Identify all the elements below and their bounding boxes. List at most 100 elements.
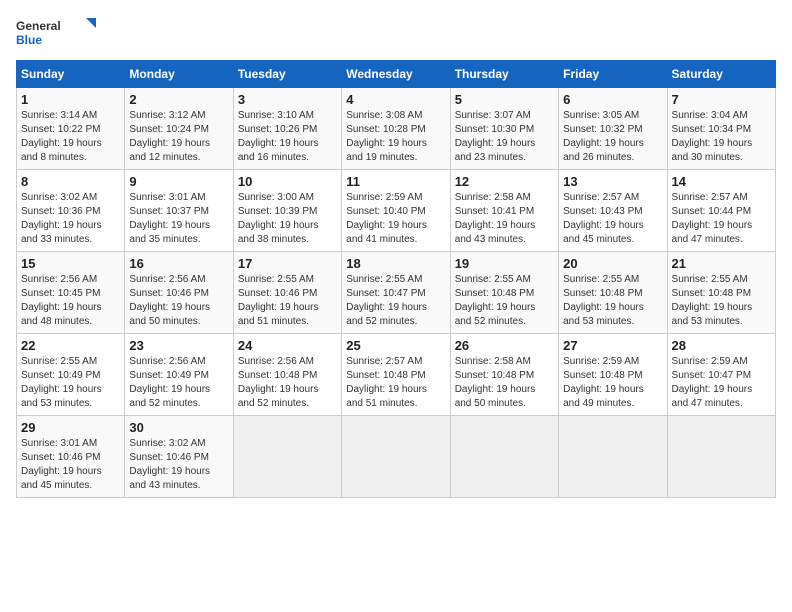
day-info: Sunrise: 2:57 AMSunset: 10:48 PMDaylight… [346, 355, 445, 411]
day-info: Sunrise: 3:08 AMSunset: 10:28 PMDaylight… [346, 109, 445, 165]
day-info: Sunrise: 2:58 AMSunset: 10:48 PMDaylight… [455, 355, 554, 411]
day-info: Sunrise: 2:57 AMSunset: 10:43 PMDaylight… [563, 191, 662, 247]
calendar-day-cell: 12 Sunrise: 2:58 AMSunset: 10:41 PMDaylig… [450, 170, 558, 252]
day-info: Sunrise: 2:56 AMSunset: 10:45 PMDaylight… [21, 273, 120, 329]
day-info: Sunrise: 3:10 AMSunset: 10:26 PMDaylight… [238, 109, 337, 165]
empty-cell [667, 416, 775, 498]
day-number: 19 [455, 256, 554, 271]
day-number: 9 [129, 174, 228, 189]
calendar-day-cell: 28 Sunrise: 2:59 AMSunset: 10:47 PMDaylig… [667, 334, 775, 416]
calendar-day-cell: 27 Sunrise: 2:59 AMSunset: 10:48 PMDaylig… [559, 334, 667, 416]
day-number: 12 [455, 174, 554, 189]
day-info: Sunrise: 2:55 AMSunset: 10:47 PMDaylight… [346, 273, 445, 329]
calendar-day-cell: 8 Sunrise: 3:02 AMSunset: 10:36 PMDayligh… [17, 170, 125, 252]
calendar-header-tuesday: Tuesday [233, 61, 341, 88]
day-number: 6 [563, 92, 662, 107]
day-info: Sunrise: 3:14 AMSunset: 10:22 PMDaylight… [21, 109, 120, 165]
calendar-day-cell: 14 Sunrise: 2:57 AMSunset: 10:44 PMDaylig… [667, 170, 775, 252]
calendar-day-cell: 23 Sunrise: 2:56 AMSunset: 10:49 PMDaylig… [125, 334, 233, 416]
calendar-day-cell: 6 Sunrise: 3:05 AMSunset: 10:32 PMDayligh… [559, 88, 667, 170]
day-number: 14 [672, 174, 771, 189]
calendar-day-cell: 4 Sunrise: 3:08 AMSunset: 10:28 PMDayligh… [342, 88, 450, 170]
calendar-day-cell: 15 Sunrise: 2:56 AMSunset: 10:45 PMDaylig… [17, 252, 125, 334]
calendar-week-row: 29Sunrise: 3:01 AMSunset: 10:46 PMDaylig… [17, 416, 776, 498]
day-info: Sunrise: 3:01 AMSunset: 10:46 PMDaylight… [21, 437, 120, 493]
day-number: 17 [238, 256, 337, 271]
day-info: Sunrise: 2:56 AMSunset: 10:46 PMDaylight… [129, 273, 228, 329]
calendar-day-cell: 24 Sunrise: 2:56 AMSunset: 10:48 PMDaylig… [233, 334, 341, 416]
day-info: Sunrise: 2:55 AMSunset: 10:46 PMDaylight… [238, 273, 337, 329]
day-number: 24 [238, 338, 337, 353]
calendar-day-cell: 5Sunrise: 3:07 AMSunset: 10:30 PMDayligh… [450, 88, 558, 170]
day-info: Sunrise: 3:04 AMSunset: 10:34 PMDaylight… [672, 109, 771, 165]
calendar-week-row: 22Sunrise: 2:55 AMSunset: 10:49 PMDaylig… [17, 334, 776, 416]
day-number: 2 [129, 92, 228, 107]
empty-cell [450, 416, 558, 498]
day-number: 21 [672, 256, 771, 271]
day-number: 20 [563, 256, 662, 271]
day-info: Sunrise: 2:59 AMSunset: 10:47 PMDaylight… [672, 355, 771, 411]
calendar-day-cell: 17 Sunrise: 2:55 AMSunset: 10:46 PMDaylig… [233, 252, 341, 334]
calendar-header-row: SundayMondayTuesdayWednesdayThursdayFrid… [17, 61, 776, 88]
day-info: Sunrise: 3:07 AMSunset: 10:30 PMDaylight… [455, 109, 554, 165]
day-number: 23 [129, 338, 228, 353]
day-number: 30 [129, 420, 228, 435]
calendar-day-cell: 30 Sunrise: 3:02 AMSunset: 10:46 PMDaylig… [125, 416, 233, 498]
empty-cell [559, 416, 667, 498]
calendar-day-cell: 9 Sunrise: 3:01 AMSunset: 10:37 PMDayligh… [125, 170, 233, 252]
calendar-week-row: 15 Sunrise: 2:56 AMSunset: 10:45 PMDaylig… [17, 252, 776, 334]
day-info: Sunrise: 2:55 AMSunset: 10:48 PMDaylight… [563, 273, 662, 329]
day-number: 13 [563, 174, 662, 189]
calendar-header-saturday: Saturday [667, 61, 775, 88]
day-number: 25 [346, 338, 445, 353]
calendar-day-cell: 22Sunrise: 2:55 AMSunset: 10:49 PMDaylig… [17, 334, 125, 416]
day-info: Sunrise: 3:02 AMSunset: 10:36 PMDaylight… [21, 191, 120, 247]
day-info: Sunrise: 2:59 AMSunset: 10:48 PMDaylight… [563, 355, 662, 411]
calendar-day-cell: 11 Sunrise: 2:59 AMSunset: 10:40 PMDaylig… [342, 170, 450, 252]
calendar-day-cell: 26Sunrise: 2:58 AMSunset: 10:48 PMDaylig… [450, 334, 558, 416]
day-number: 15 [21, 256, 120, 271]
calendar-day-cell: 18 Sunrise: 2:55 AMSunset: 10:47 PMDaylig… [342, 252, 450, 334]
calendar-day-cell: 10Sunrise: 3:00 AMSunset: 10:39 PMDaylig… [233, 170, 341, 252]
day-number: 3 [238, 92, 337, 107]
day-info: Sunrise: 3:02 AMSunset: 10:46 PMDaylight… [129, 437, 228, 493]
day-number: 28 [672, 338, 771, 353]
calendar-day-cell: 2 Sunrise: 3:12 AMSunset: 10:24 PMDayligh… [125, 88, 233, 170]
day-info: Sunrise: 2:55 AMSunset: 10:49 PMDaylight… [21, 355, 120, 411]
calendar-header-sunday: Sunday [17, 61, 125, 88]
day-info: Sunrise: 2:56 AMSunset: 10:48 PMDaylight… [238, 355, 337, 411]
calendar-week-row: 8 Sunrise: 3:02 AMSunset: 10:36 PMDayligh… [17, 170, 776, 252]
calendar-day-cell: 19 Sunrise: 2:55 AMSunset: 10:48 PMDaylig… [450, 252, 558, 334]
calendar-day-cell: 21 Sunrise: 2:55 AMSunset: 10:48 PMDaylig… [667, 252, 775, 334]
calendar-day-cell: 29Sunrise: 3:01 AMSunset: 10:46 PMDaylig… [17, 416, 125, 498]
logo: General Blue [16, 16, 96, 52]
svg-text:General: General [16, 19, 61, 33]
day-number: 4 [346, 92, 445, 107]
day-number: 18 [346, 256, 445, 271]
calendar-week-row: 1 Sunrise: 3:14 AMSunset: 10:22 PMDayligh… [17, 88, 776, 170]
day-info: Sunrise: 2:55 AMSunset: 10:48 PMDaylight… [455, 273, 554, 329]
svg-text:Blue: Blue [16, 33, 42, 47]
day-info: Sunrise: 3:01 AMSunset: 10:37 PMDaylight… [129, 191, 228, 247]
day-info: Sunrise: 2:55 AMSunset: 10:48 PMDaylight… [672, 273, 771, 329]
day-number: 8 [21, 174, 120, 189]
page-header: General Blue [16, 16, 776, 52]
day-number: 7 [672, 92, 771, 107]
day-number: 27 [563, 338, 662, 353]
day-info: Sunrise: 3:05 AMSunset: 10:32 PMDaylight… [563, 109, 662, 165]
day-number: 1 [21, 92, 120, 107]
day-info: Sunrise: 2:57 AMSunset: 10:44 PMDaylight… [672, 191, 771, 247]
day-number: 11 [346, 174, 445, 189]
calendar-day-cell: 16 Sunrise: 2:56 AMSunset: 10:46 PMDaylig… [125, 252, 233, 334]
calendar-day-cell: 3 Sunrise: 3:10 AMSunset: 10:26 PMDayligh… [233, 88, 341, 170]
day-info: Sunrise: 2:56 AMSunset: 10:49 PMDaylight… [129, 355, 228, 411]
day-number: 16 [129, 256, 228, 271]
day-info: Sunrise: 2:58 AMSunset: 10:41 PMDaylight… [455, 191, 554, 247]
calendar-header-wednesday: Wednesday [342, 61, 450, 88]
calendar-day-cell: 20 Sunrise: 2:55 AMSunset: 10:48 PMDaylig… [559, 252, 667, 334]
day-info: Sunrise: 3:12 AMSunset: 10:24 PMDaylight… [129, 109, 228, 165]
calendar-header-monday: Monday [125, 61, 233, 88]
calendar-header-friday: Friday [559, 61, 667, 88]
calendar-day-cell: 25 Sunrise: 2:57 AMSunset: 10:48 PMDaylig… [342, 334, 450, 416]
day-info: Sunrise: 2:59 AMSunset: 10:40 PMDaylight… [346, 191, 445, 247]
